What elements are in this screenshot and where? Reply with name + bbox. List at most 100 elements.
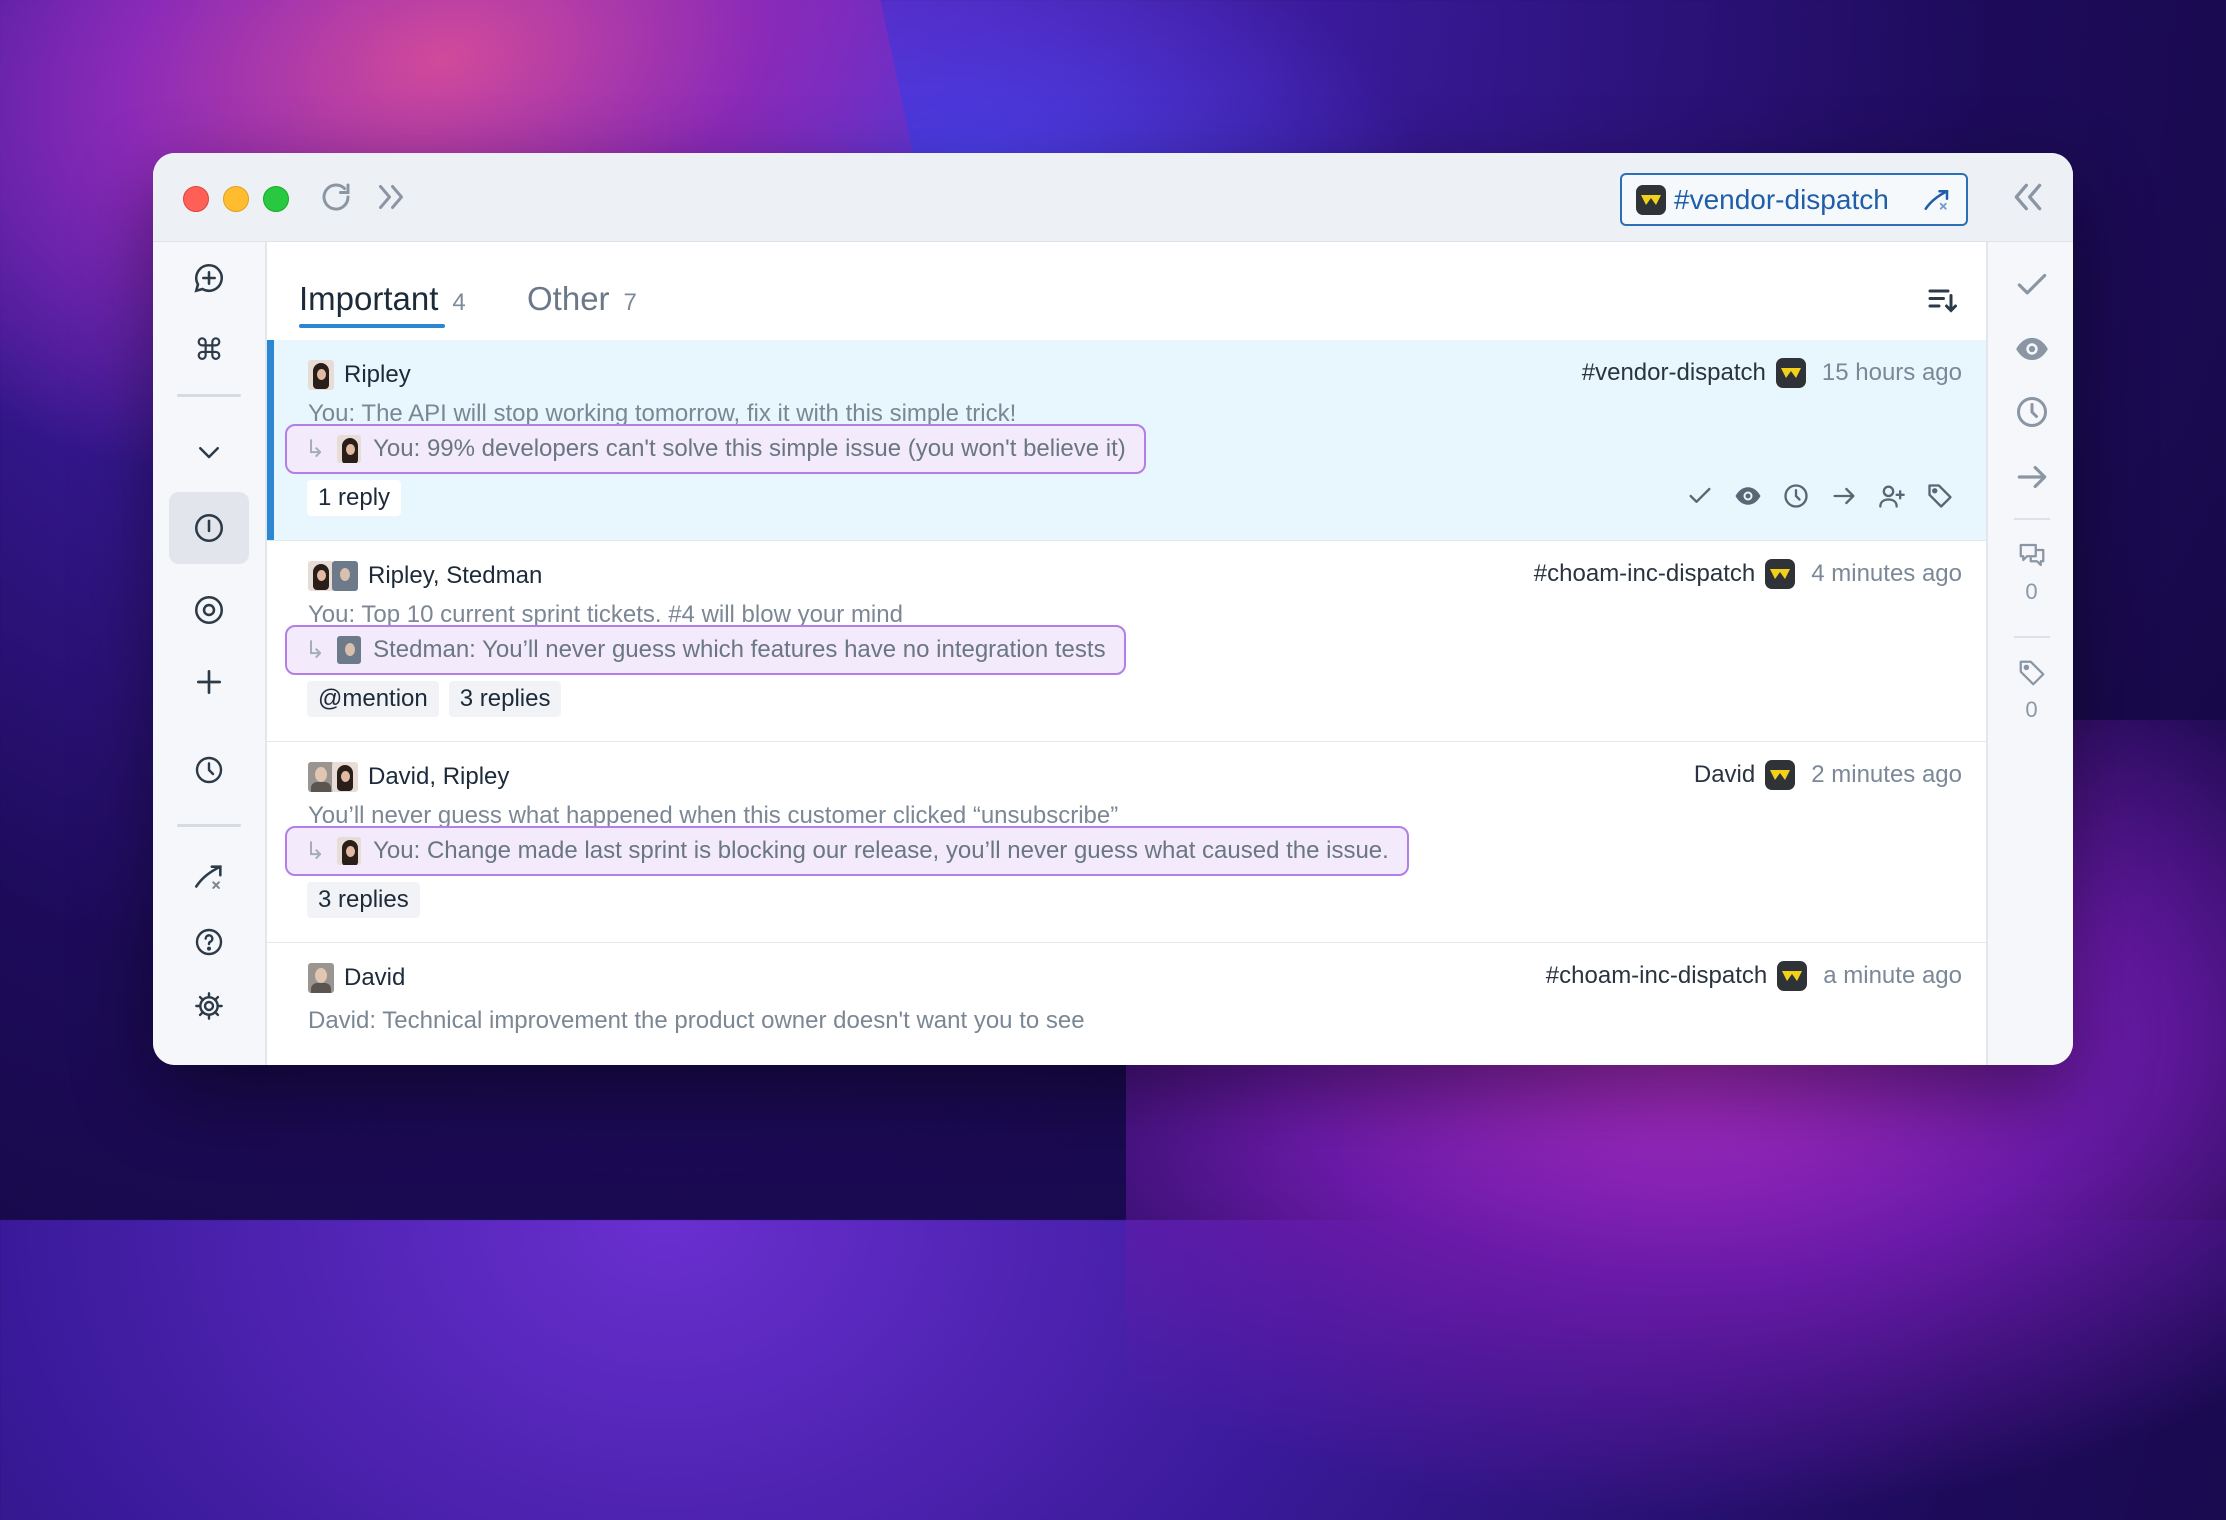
tab-count: 4 bbox=[452, 289, 466, 316]
close-window-button[interactable] bbox=[183, 186, 209, 212]
refresh-icon[interactable] bbox=[318, 179, 354, 215]
inbox-panel: Important 4 Other 7 Ripley #vendor-dispa… bbox=[267, 242, 1986, 1065]
chevrons-right-icon[interactable] bbox=[373, 179, 409, 215]
workspace-logo-icon bbox=[1777, 961, 1808, 991]
command-icon[interactable]: ⌘ bbox=[169, 320, 249, 380]
eye-icon[interactable] bbox=[1988, 330, 2073, 368]
workspace-logo-icon bbox=[1765, 760, 1796, 790]
zoom-window-button[interactable] bbox=[263, 186, 289, 212]
timestamp: 15 hours ago bbox=[1821, 359, 1962, 386]
quote-text: You: 99% developers can't solve this sim… bbox=[373, 435, 1126, 462]
avatar bbox=[337, 636, 362, 664]
workspace-logo-icon bbox=[1636, 184, 1666, 215]
open-external-icon bbox=[1922, 185, 1952, 215]
timestamp: 2 minutes ago bbox=[1811, 761, 1962, 788]
reply-arrow-icon: ↳ bbox=[305, 636, 326, 664]
reply-quote: ↳ You: 99% developers can't solve this s… bbox=[285, 424, 1146, 474]
row-senders: Ripley, Stedman bbox=[308, 561, 542, 591]
sidebar-divider bbox=[177, 394, 241, 397]
timestamp: 4 minutes ago bbox=[1811, 560, 1962, 587]
avatar bbox=[332, 762, 358, 792]
assign-user-icon[interactable] bbox=[1876, 480, 1908, 512]
mark-done-icon[interactable] bbox=[1684, 480, 1716, 512]
minimize-window-button[interactable] bbox=[223, 186, 249, 212]
workspace-logo-icon bbox=[1775, 358, 1806, 388]
comments-count: 0 bbox=[2025, 579, 2038, 604]
new-message-icon[interactable] bbox=[169, 248, 249, 308]
row-actions bbox=[1684, 480, 1956, 512]
row-meta: David 2 minutes ago bbox=[1694, 760, 1962, 790]
forward-arrow-icon[interactable] bbox=[1988, 458, 2073, 496]
mention-tag[interactable]: @mention bbox=[307, 681, 439, 717]
tab-other[interactable]: Other 7 bbox=[527, 280, 637, 318]
inbox-tabs: Important 4 Other 7 bbox=[267, 242, 1986, 341]
quote-text: Stedman: You’ll never guess which featur… bbox=[373, 636, 1106, 663]
chevron-down-icon[interactable] bbox=[169, 422, 249, 482]
avatar-group bbox=[308, 762, 358, 792]
tab-label: Important bbox=[299, 280, 439, 317]
forward-arrow-icon[interactable] bbox=[1828, 480, 1860, 512]
workspace-logo-icon bbox=[1765, 559, 1796, 589]
plus-icon[interactable] bbox=[169, 652, 249, 712]
eye-icon[interactable] bbox=[1732, 480, 1764, 512]
tags-button[interactable]: 0 bbox=[1988, 658, 2073, 723]
settings-gear-icon[interactable] bbox=[169, 976, 249, 1036]
reply-count-tag[interactable]: 3 replies bbox=[448, 681, 562, 717]
help-icon[interactable] bbox=[169, 912, 249, 972]
avatar bbox=[337, 435, 362, 463]
row-tags: 3 replies bbox=[307, 882, 420, 918]
tag-icon[interactable] bbox=[1924, 480, 1956, 512]
conversation-row[interactable]: David #choam-inc-dispatch a minute ago D… bbox=[267, 943, 1986, 1065]
other-inbox-icon[interactable] bbox=[169, 580, 249, 640]
row-senders: David, Ripley bbox=[308, 762, 509, 792]
message-preview: David: Technical improvement the product… bbox=[308, 1007, 1085, 1034]
clock-icon[interactable] bbox=[169, 740, 249, 800]
comments-button[interactable]: 0 bbox=[1988, 540, 2073, 605]
active-tab-underline bbox=[299, 324, 445, 328]
channel-name: David bbox=[1693, 761, 1756, 788]
reply-count-tag[interactable]: 1 reply bbox=[307, 480, 402, 516]
conversation-row[interactable]: Ripley, Stedman #choam-inc-dispatch 4 mi… bbox=[267, 541, 1986, 742]
snooze-clock-icon[interactable] bbox=[1780, 480, 1812, 512]
avatar-group bbox=[308, 561, 358, 591]
avatar bbox=[308, 762, 334, 792]
reply-count-tag[interactable]: 3 replies bbox=[307, 882, 420, 918]
reply-quote: ↳ You: Change made last sprint is blocki… bbox=[285, 826, 1409, 876]
snooze-clock-icon[interactable] bbox=[1988, 394, 2073, 430]
sender-names: Ripley bbox=[344, 361, 411, 388]
row-tags: @mention 3 replies bbox=[307, 681, 562, 717]
conversation-row[interactable]: David, Ripley David 2 minutes ago You’ll… bbox=[267, 742, 1986, 943]
mark-done-icon[interactable] bbox=[1988, 266, 2073, 304]
title-bar: #vendor-dispatch bbox=[153, 153, 2073, 242]
channel-name: #vendor-dispatch bbox=[1581, 359, 1766, 386]
rightbar-divider bbox=[2014, 636, 2050, 638]
channel-name: #choam-inc-dispatch bbox=[1545, 962, 1768, 989]
row-senders: David bbox=[308, 963, 405, 993]
tab-count: 7 bbox=[623, 289, 637, 316]
avatar bbox=[337, 837, 362, 865]
avatar bbox=[308, 360, 334, 390]
sender-names: David bbox=[344, 964, 406, 991]
tags-count: 0 bbox=[2025, 697, 2038, 722]
reply-arrow-icon: ↳ bbox=[305, 435, 326, 463]
row-senders: Ripley bbox=[308, 360, 411, 390]
sender-names: Ripley, Stedman bbox=[368, 562, 543, 589]
channel-link-button[interactable]: #vendor-dispatch bbox=[1620, 173, 1968, 226]
timestamp: a minute ago bbox=[1823, 962, 1962, 989]
open-external-icon[interactable] bbox=[169, 848, 249, 908]
conversation-row[interactable]: Ripley #vendor-dispatch 15 hours ago You… bbox=[267, 340, 1986, 541]
left-sidebar: ⌘ bbox=[153, 242, 267, 1065]
sidebar-divider bbox=[177, 824, 241, 827]
rightbar-divider bbox=[2014, 518, 2050, 520]
row-meta: #vendor-dispatch 15 hours ago bbox=[1582, 358, 1962, 388]
row-tags: 1 reply bbox=[307, 480, 402, 516]
channel-pill-label: #vendor-dispatch bbox=[1674, 183, 1889, 215]
important-inbox-icon[interactable] bbox=[169, 492, 249, 564]
collapse-panel-icon[interactable] bbox=[2008, 177, 2048, 217]
sort-icon[interactable] bbox=[1924, 282, 1960, 318]
app-window: #vendor-dispatch ⌘ Important 4 Other 7 R… bbox=[153, 153, 2073, 1065]
tab-label: Other bbox=[527, 280, 610, 317]
reply-arrow-icon: ↳ bbox=[305, 837, 326, 865]
row-meta: #choam-inc-dispatch a minute ago bbox=[1546, 961, 1962, 991]
tab-important[interactable]: Important 4 bbox=[299, 280, 466, 318]
